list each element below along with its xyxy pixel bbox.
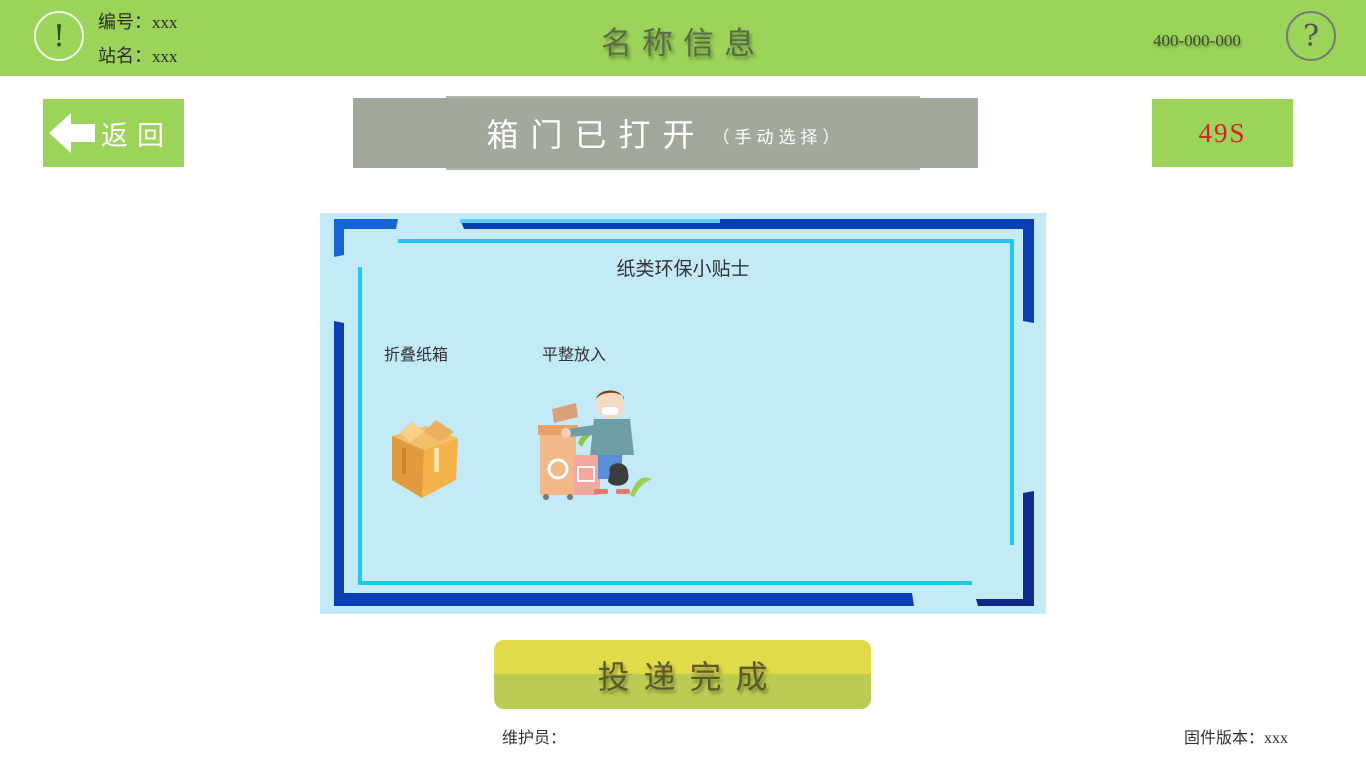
maintainer-info: 维护员： xyxy=(502,724,566,748)
back-button-label: 返回 xyxy=(101,120,173,152)
tips-card: 纸类环保小贴士 折叠纸箱 平整放入 xyxy=(320,213,1046,614)
hotline-number: 400-000-000 xyxy=(1153,31,1241,50)
tips-title: 纸类环保小贴士 xyxy=(616,258,750,280)
maintainer-label: 维护员： xyxy=(502,728,567,747)
delivery-complete-button[interactable]: 投递完成 xyxy=(494,640,871,709)
back-button[interactable]: 返回 xyxy=(43,99,184,167)
delivery-complete-label: 投递完成 xyxy=(597,657,782,696)
step-fold-box-label: 折叠纸箱 xyxy=(384,345,449,364)
step-flatten-label: 平整放入 xyxy=(542,345,607,364)
top-bar: ! 编号：xxx 站名：xxx 名称信息 400-000-000 ? xyxy=(0,0,1366,76)
door-status-text: 箱门已打开 xyxy=(486,116,707,154)
cardboard-box-icon xyxy=(392,420,458,498)
help-glyph: ? xyxy=(1302,18,1320,54)
door-status-subtext: （手动选择） xyxy=(712,127,845,148)
firmware-value: xxx xyxy=(1264,730,1289,747)
help-icon[interactable]: ? xyxy=(1286,11,1336,61)
firmware-label: 固件版本： xyxy=(1184,728,1265,747)
firmware-version: 固件版本：xxx xyxy=(1184,724,1288,748)
door-status-banner: 箱门已打开 （手动选择） xyxy=(353,96,978,170)
countdown-timer: 49S xyxy=(1152,99,1293,167)
arrow-left-icon xyxy=(49,113,95,153)
person-recycling-icon xyxy=(538,390,652,500)
